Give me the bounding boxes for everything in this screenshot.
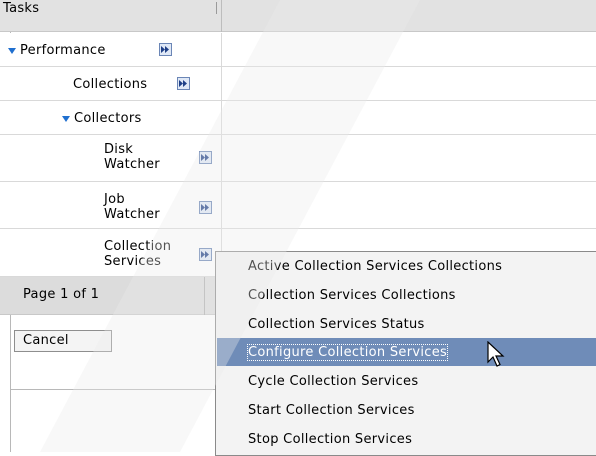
tree-row-job-watcher: Job Watcher <box>0 182 596 229</box>
disk-watcher-line-2: Watcher <box>104 157 160 172</box>
job-watcher-line-1: Job <box>104 192 125 207</box>
tasks-table-header: Tasks <box>0 0 596 32</box>
collection-services-line-1: Collection <box>104 239 172 254</box>
tree-cell: Collectors <box>0 101 222 134</box>
menu-item-collection-services-collections[interactable]: Collection Services Collections <box>217 281 596 309</box>
disk-watcher-line-1: Disk <box>104 142 134 157</box>
tree-cell: Collections <box>0 67 222 100</box>
tree-cell: Collection Services <box>0 229 222 276</box>
menu-arrow-icon <box>201 154 209 161</box>
triangle-down-icon[interactable] <box>8 48 16 54</box>
collectors-label[interactable]: Collectors <box>74 111 142 126</box>
tree-row-collectors: Collectors <box>0 101 596 135</box>
tree-cell: Performance <box>0 33 222 66</box>
triangle-down-icon[interactable] <box>62 116 70 122</box>
collections-menu-button[interactable] <box>177 77 190 90</box>
collections-label[interactable]: Collections <box>73 77 147 92</box>
tree-cell: Job Watcher <box>0 182 222 228</box>
job-watcher-label[interactable]: Job Watcher <box>104 192 160 222</box>
bottom-divider <box>10 389 225 390</box>
collection-services-menu-button[interactable] <box>199 248 212 261</box>
job-watcher-line-2: Watcher <box>104 207 160 222</box>
job-watcher-menu-button[interactable] <box>199 201 212 214</box>
menu-item-collection-services-status[interactable]: Collection Services Status <box>217 310 596 338</box>
collection-services-line-2: Services <box>104 254 162 269</box>
performance-menu-button[interactable] <box>159 43 172 56</box>
tree-row-performance: Performance <box>0 33 596 67</box>
cancel-button[interactable]: Cancel <box>14 330 112 352</box>
tree-row-collections: Collections <box>0 67 596 101</box>
tree-row-disk-watcher: Disk Watcher <box>0 135 596 182</box>
page-indicator: Page 1 of 1 <box>23 287 100 302</box>
menu-arrow-icon <box>161 46 169 53</box>
menu-item-stop-collection-services[interactable]: Stop Collection Services <box>217 425 596 453</box>
tree-cell: Disk Watcher <box>0 135 222 181</box>
menu-arrow-icon <box>179 80 187 87</box>
mouse-pointer-icon <box>487 341 505 367</box>
menu-item-start-collection-services[interactable]: Start Collection Services <box>217 396 596 424</box>
menu-item-cycle-collection-services[interactable]: Cycle Collection Services <box>217 367 596 395</box>
performance-label[interactable]: Performance <box>20 43 106 58</box>
tasks-column-header[interactable]: Tasks <box>0 0 222 32</box>
collection-services-label[interactable]: Collection Services <box>104 239 171 269</box>
menu-item-configure-collection-services[interactable]: Configure Collection Services <box>217 338 596 366</box>
context-menu: Active Collection Services Collections C… <box>215 251 596 456</box>
tasks-header-label: Tasks <box>3 1 40 16</box>
menu-arrow-icon <box>201 204 209 211</box>
menu-arrow-icon <box>201 251 209 258</box>
disk-watcher-menu-button[interactable] <box>199 151 212 164</box>
pager-cell: Page 1 of 1 <box>0 277 205 315</box>
menu-item-active-collection-services-collections[interactable]: Active Collection Services Collections <box>217 252 596 280</box>
disk-watcher-label[interactable]: Disk Watcher <box>104 142 160 172</box>
